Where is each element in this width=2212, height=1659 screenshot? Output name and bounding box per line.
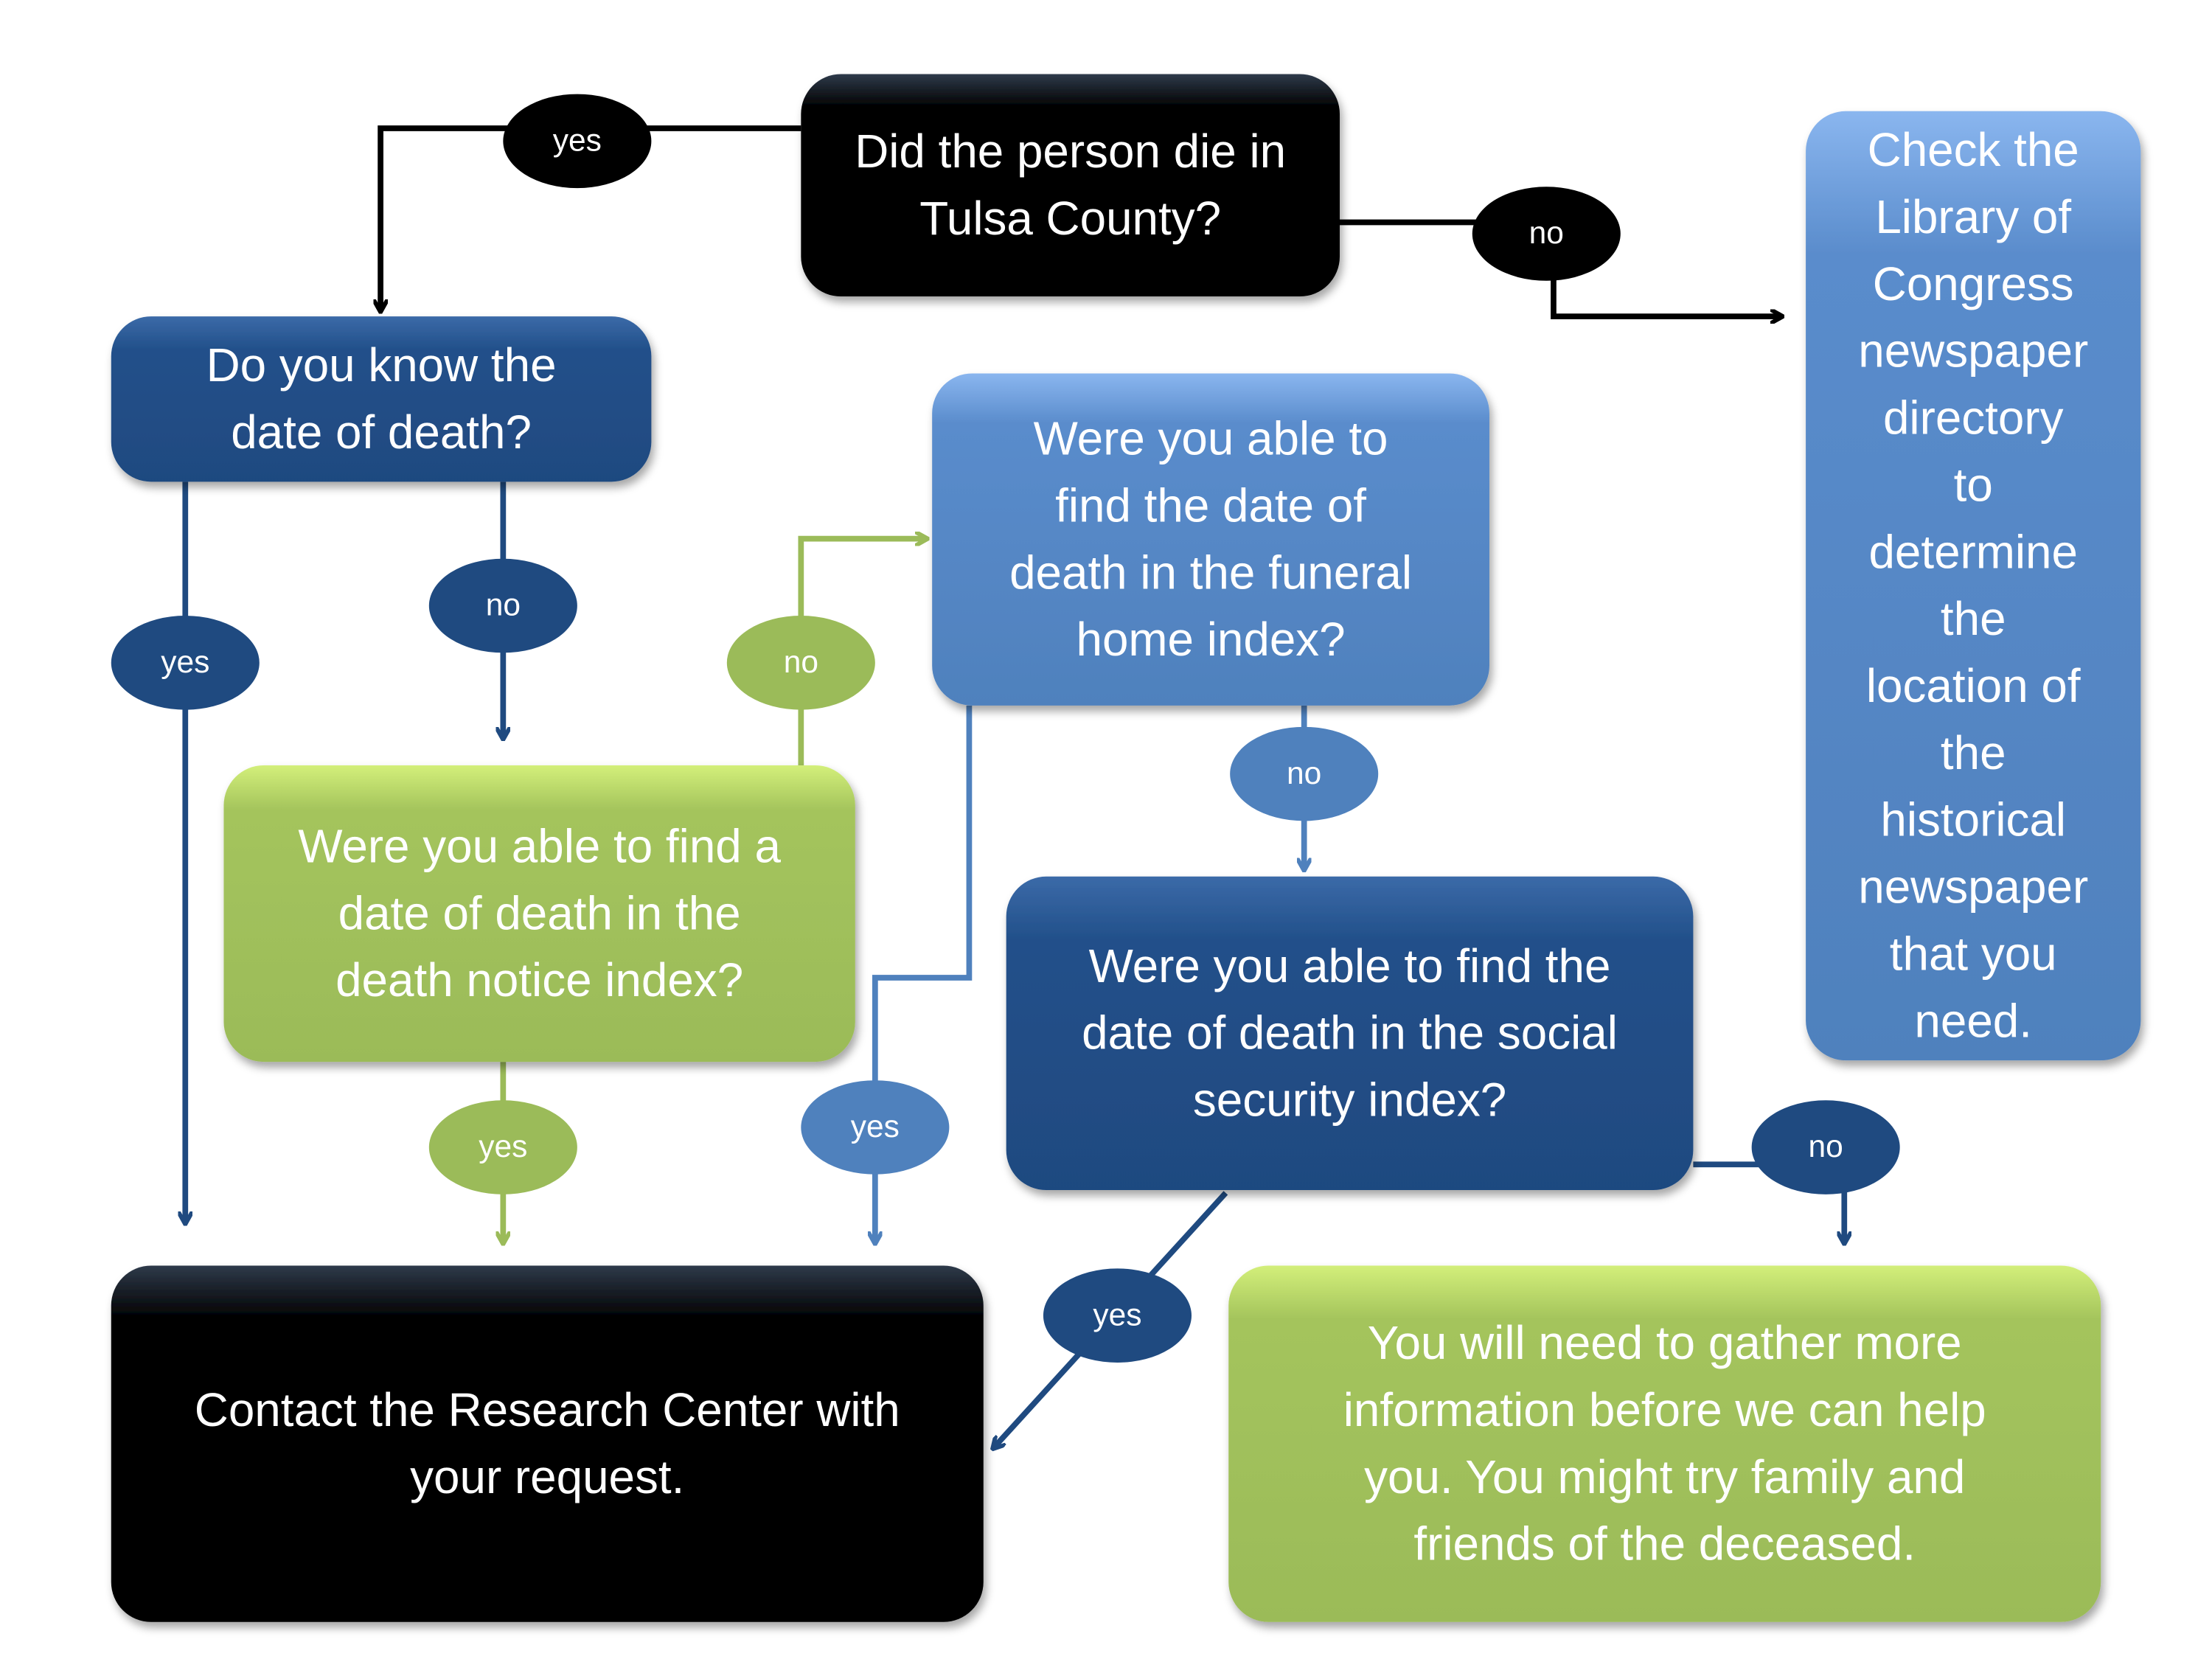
edge-label-notice-yes: yes bbox=[428, 1100, 577, 1194]
edge-label-text: no bbox=[1809, 1130, 1843, 1164]
node-gather: You will need to gather more information … bbox=[1228, 1265, 2101, 1622]
node-text-line: home index? bbox=[1077, 613, 1346, 666]
edge-label-funeral-no: no bbox=[1230, 726, 1379, 821]
node-text-line: Do you know the bbox=[206, 338, 557, 392]
edge-label-text: yes bbox=[161, 645, 209, 680]
node-text-line: Did the person die in bbox=[855, 125, 1286, 178]
edge-label-text: no bbox=[1529, 216, 1564, 251]
node-text-line: Check the bbox=[1868, 123, 2079, 176]
flowchart: Did the person die in Tulsa County? Do you… bbox=[111, 74, 2141, 1622]
edge-label-text: no bbox=[486, 588, 521, 623]
node-shape bbox=[111, 1265, 984, 1622]
edge-label-social-yes: yes bbox=[1043, 1268, 1192, 1363]
edge-label-text: yes bbox=[1093, 1298, 1141, 1332]
edge-label-social-no: no bbox=[1751, 1100, 1900, 1194]
node-text-line: Library of bbox=[1875, 190, 2071, 243]
node-text-line: information before we can help bbox=[1343, 1383, 1986, 1436]
node-text-line: death in the funeral bbox=[1009, 546, 1412, 599]
node-shape bbox=[801, 74, 1340, 297]
node-text-line: directory bbox=[1883, 392, 2064, 445]
node-text-line: security index? bbox=[1193, 1074, 1506, 1127]
edge-label-text: yes bbox=[851, 1110, 900, 1144]
edge-label-funeral-yes: yes bbox=[801, 1080, 950, 1175]
node-text-line: Were you able to find the bbox=[1089, 939, 1611, 992]
node-text-line: date of death in the social bbox=[1082, 1006, 1618, 1060]
node-text: Were you able to find a date of death in … bbox=[298, 819, 781, 1006]
node-notice: Were you able to find a date of death in … bbox=[223, 765, 855, 1062]
node-text-line: Were you able to find a bbox=[298, 819, 781, 872]
node-text-line: find the date of bbox=[1055, 479, 1366, 532]
node-text-line: to bbox=[1954, 458, 1993, 511]
edge-label-know-no: no bbox=[428, 558, 577, 653]
node-funeral: Were you able to find the date of death in… bbox=[932, 373, 1489, 706]
edge-label-notice-no: no bbox=[726, 616, 875, 710]
node-text-line: Tulsa County? bbox=[919, 192, 1221, 245]
node-text-line: Congress bbox=[1873, 257, 2074, 310]
edge-label-know-yes: yes bbox=[111, 616, 260, 710]
node-text-line: determine bbox=[1868, 525, 2078, 578]
node-tulsa: Did the person die in Tulsa County? bbox=[801, 74, 1340, 297]
node-text-line: friends of the deceased. bbox=[1413, 1517, 1916, 1571]
node-contact: Contact the Research Center with your req… bbox=[111, 1265, 984, 1622]
node-text-line: historical bbox=[1880, 793, 2066, 846]
node-text-line: that you bbox=[1890, 927, 2057, 980]
edge-label-text: no bbox=[1287, 757, 1321, 791]
node-text-line: Were you able to bbox=[1034, 412, 1388, 465]
node-know-date: Do you know the date of death? bbox=[111, 316, 652, 482]
node-text-line: death notice index? bbox=[335, 953, 743, 1006]
node-text-line: newspaper bbox=[1858, 860, 2088, 914]
node-text-line: you. You might try family and bbox=[1364, 1450, 1965, 1503]
node-text-line: need. bbox=[1914, 994, 2032, 1047]
node-text-line: the bbox=[1941, 726, 2006, 779]
node-text-line: your request. bbox=[410, 1450, 684, 1503]
node-shape bbox=[1806, 111, 2141, 1061]
node-text-line: the bbox=[1941, 592, 2006, 645]
node-text-line: You will need to gather more bbox=[1368, 1316, 1962, 1369]
node-text-line: location of bbox=[1866, 659, 2081, 712]
node-text-line: date of death in the bbox=[338, 886, 741, 939]
edge-label-text: no bbox=[784, 645, 818, 680]
node-text-line: Contact the Research Center with bbox=[195, 1383, 900, 1436]
edge-label-tulsa-no: no bbox=[1472, 187, 1621, 281]
edge-label-tulsa-yes: yes bbox=[503, 94, 652, 189]
node-library: Check the Library of Congress newspaper dire… bbox=[1806, 111, 2141, 1061]
edge-label-text: yes bbox=[479, 1130, 527, 1164]
edge-label-text: yes bbox=[553, 124, 602, 159]
node-social: Were you able to find the date of death i… bbox=[1006, 876, 1694, 1191]
node-text-line: date of death? bbox=[231, 406, 532, 459]
node-text-line: newspaper bbox=[1858, 324, 2088, 378]
